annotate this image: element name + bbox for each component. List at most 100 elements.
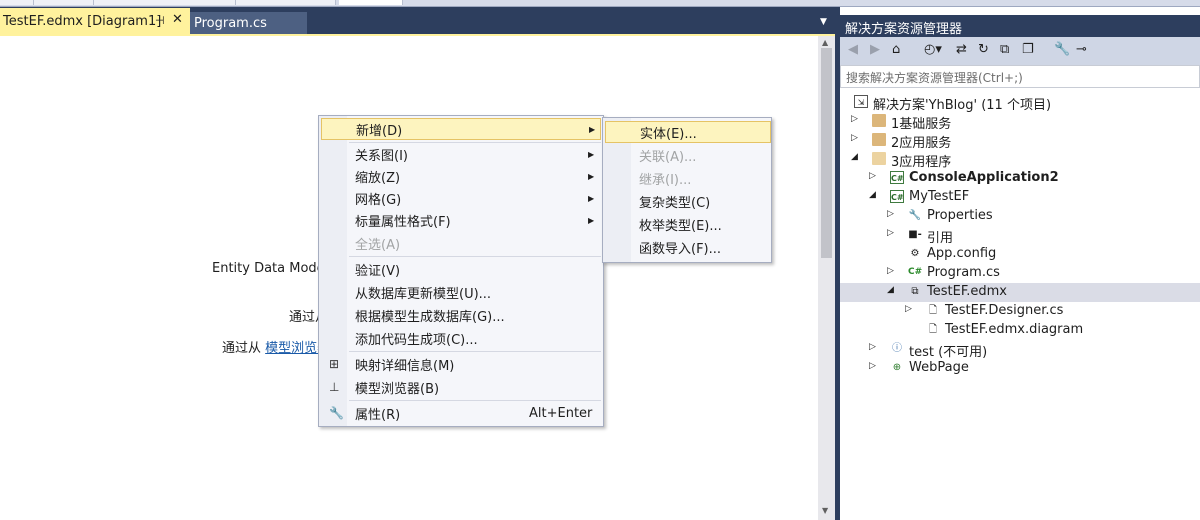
- tree-item-folder-3[interactable]: ◢ 3应用程序: [840, 150, 1200, 170]
- scroll-up-icon[interactable]: ▲: [822, 38, 828, 47]
- expand-arrow-icon[interactable]: ▷: [887, 228, 894, 238]
- solution-explorer-toolbar: ◀ ▶ ⌂ ◴▾ ⇄ ↻ ⧉ ❐ 🔧 ⊸: [840, 37, 1200, 65]
- menu-item-shortcut: Alt+Enter: [529, 405, 593, 421]
- tree-item-label: Program.cs: [927, 265, 1000, 280]
- tree-item-label: TestEF.Designer.cs: [945, 303, 1064, 318]
- forward-icon[interactable]: ▶: [870, 42, 880, 57]
- refresh-icon[interactable]: ↻: [978, 42, 989, 57]
- tree-item-label: 1基础服务: [891, 117, 952, 132]
- back-icon[interactable]: ◀: [848, 42, 858, 57]
- tree-item-console-app[interactable]: ▷ C# ConsoleApplication2: [840, 169, 1200, 188]
- submenu-arrow-icon: ▶: [588, 149, 595, 159]
- canvas-text-3-prefix: 通过从: [222, 341, 262, 356]
- tree-item-testef-edmx[interactable]: ◢ ⧉ TestEF.edmx: [840, 283, 1200, 302]
- tree-item-folder-1[interactable]: ▷ 1基础服务: [840, 112, 1200, 132]
- submenu-item-enum-type[interactable]: 枚举类型(E)...: [605, 213, 771, 235]
- search-placeholder: 搜索解决方案资源管理器(Ctrl+;): [846, 71, 1023, 85]
- tab-dropdown-icon[interactable]: ▼: [820, 17, 827, 27]
- submenu-arrow-icon: ▶: [589, 124, 596, 134]
- add-submenu: 实体(E)... 关联(A)... 继承(I)... 复杂类型(C) 枚举类型(…: [602, 117, 772, 263]
- menu-item-select-all: 全选(A): [321, 232, 601, 254]
- csharp-project-icon: C#: [890, 190, 904, 203]
- menu-item-label: 标量属性格式(F): [355, 214, 451, 230]
- tree-item-test[interactable]: ▷ ⓘ test (不可用): [840, 340, 1200, 360]
- pin-icon[interactable]: ⊣: [155, 14, 165, 27]
- menu-item-generate-db[interactable]: 根据模型生成数据库(G)...: [321, 304, 601, 326]
- menu-item-model-browser[interactable]: ⊥ 模型浏览器(B): [321, 376, 601, 398]
- tree-item-label: MyTestEF: [909, 189, 970, 204]
- menu-item-label: 映射详细信息(M): [355, 358, 455, 374]
- menu-item-zoom[interactable]: 缩放(Z) ▶: [321, 165, 601, 187]
- tab-program-cs[interactable]: Program.cs: [190, 12, 307, 35]
- mapping-icon: ⊞: [329, 357, 340, 371]
- menu-item-update-from-db[interactable]: 从数据库更新模型(U)...: [321, 281, 601, 303]
- submenu-item-function-import[interactable]: 函数导入(F)...: [605, 236, 771, 258]
- tree-item-label: 解决方案'YhBlog' (11 个项目): [873, 98, 1052, 113]
- tree-item-references[interactable]: ▷ ■- 引用: [840, 226, 1200, 246]
- menu-item-mapping-details[interactable]: ⊞ 映射详细信息(M): [321, 353, 601, 375]
- canvas-text-3: 通过从 模型浏览器: [222, 337, 330, 356]
- expand-arrow-icon[interactable]: ▷: [869, 361, 876, 371]
- expand-arrow-icon[interactable]: ▷: [869, 171, 876, 181]
- collapse-arrow-icon[interactable]: ◢: [851, 152, 858, 162]
- properties-wrench-icon[interactable]: 🔧: [1054, 42, 1070, 57]
- menu-item-diagram[interactable]: 关系图(I) ▶: [321, 143, 601, 165]
- solution-icon: ⇲: [854, 95, 868, 108]
- collapse-arrow-icon[interactable]: ◢: [887, 285, 894, 295]
- expand-arrow-icon[interactable]: ▷: [869, 342, 876, 352]
- menu-item-add-codegen[interactable]: 添加代码生成项(C)...: [321, 327, 601, 349]
- file-icon: 🗋: [928, 305, 938, 316]
- home-icon[interactable]: ⌂: [892, 42, 900, 57]
- submenu-item-entity[interactable]: 实体(E)...: [605, 121, 771, 143]
- expand-arrow-icon[interactable]: ▷: [887, 266, 894, 276]
- menu-item-properties[interactable]: 🔧 属性(R) Alt+Enter: [321, 402, 601, 424]
- sync-icon[interactable]: ⇄: [956, 42, 967, 57]
- web-icon: ⊕: [892, 362, 902, 373]
- tree-item-program-cs[interactable]: ▷ C# Program.cs: [840, 264, 1200, 283]
- edmx-icon: ⧉: [911, 286, 919, 297]
- tree-item-label: WebPage: [909, 360, 969, 375]
- tree-item-label: test (不可用): [909, 345, 988, 360]
- close-icon[interactable]: ✕: [172, 12, 183, 27]
- tree-item-designer-cs[interactable]: ▷ 🗋 TestEF.Designer.cs: [840, 302, 1200, 321]
- pin-icon[interactable]: ⊸: [1076, 42, 1087, 57]
- tree-item-folder-2[interactable]: ▷ 2应用服务: [840, 131, 1200, 151]
- submenu-item-complex-type[interactable]: 复杂类型(C): [605, 190, 771, 212]
- submenu-arrow-icon: ▶: [588, 215, 595, 225]
- menu-item-grid[interactable]: 网格(G) ▶: [321, 187, 601, 209]
- show-all-files-icon[interactable]: ❐: [1022, 42, 1034, 57]
- context-menu: 新增(D) ▶ 关系图(I) ▶ 缩放(Z) ▶ 网格(G) ▶ 标量属性格式(…: [318, 115, 604, 427]
- tree-item-mytestef[interactable]: ◢ C# MyTestEF: [840, 188, 1200, 207]
- expand-arrow-icon[interactable]: ▷: [851, 133, 858, 143]
- solution-explorer-search[interactable]: 搜索解决方案资源管理器(Ctrl+;): [840, 65, 1200, 88]
- expand-arrow-icon[interactable]: ▷: [887, 209, 894, 219]
- tree-item-edmx-diagram[interactable]: 🗋 TestEF.edmx.diagram: [840, 321, 1200, 340]
- menu-separator: [349, 400, 601, 401]
- collapse-arrow-icon[interactable]: ◢: [869, 190, 876, 200]
- scrollbar-thumb[interactable]: [821, 48, 832, 258]
- expand-arrow-icon[interactable]: ▷: [851, 114, 858, 124]
- menu-item-scalar-format[interactable]: 标量属性格式(F) ▶: [321, 209, 601, 231]
- tree-item-solution[interactable]: ⇲ 解决方案'YhBlog' (11 个项目): [840, 93, 1200, 113]
- submenu-arrow-icon: ▶: [588, 171, 595, 181]
- tree-item-app-config[interactable]: ⚙ App.config: [840, 245, 1200, 264]
- unavailable-project-icon: ⓘ: [892, 343, 902, 354]
- menu-item-label: 关联(A)...: [639, 149, 697, 165]
- menu-item-validate[interactable]: 验证(V): [321, 258, 601, 280]
- tree-item-properties[interactable]: ▷ 🔧 Properties: [840, 207, 1200, 226]
- tab-testef-edmx[interactable]: TestEF.edmx [Diagram1] ⊣ ✕: [0, 8, 190, 35]
- collapse-all-icon[interactable]: ⧉: [1000, 42, 1009, 57]
- submenu-arrow-icon: ▶: [588, 193, 595, 203]
- editor-vertical-scrollbar[interactable]: ▲ ▼: [818, 36, 835, 520]
- tree-item-label: 2应用服务: [891, 136, 952, 151]
- history-icon[interactable]: ◴▾: [924, 42, 942, 57]
- tree-item-label: App.config: [927, 246, 997, 261]
- tree-item-webpage[interactable]: ▷ ⊕ WebPage: [840, 359, 1200, 378]
- scroll-down-icon[interactable]: ▼: [822, 506, 828, 515]
- expand-arrow-icon[interactable]: ▷: [905, 304, 912, 314]
- folder-open-icon: [872, 152, 886, 165]
- menu-item-label: 从数据库更新模型(U)...: [355, 286, 492, 302]
- menu-item-label: 关系图(I): [355, 148, 408, 164]
- menu-item-label: 验证(V): [355, 263, 401, 279]
- menu-item-add[interactable]: 新增(D) ▶: [321, 118, 601, 140]
